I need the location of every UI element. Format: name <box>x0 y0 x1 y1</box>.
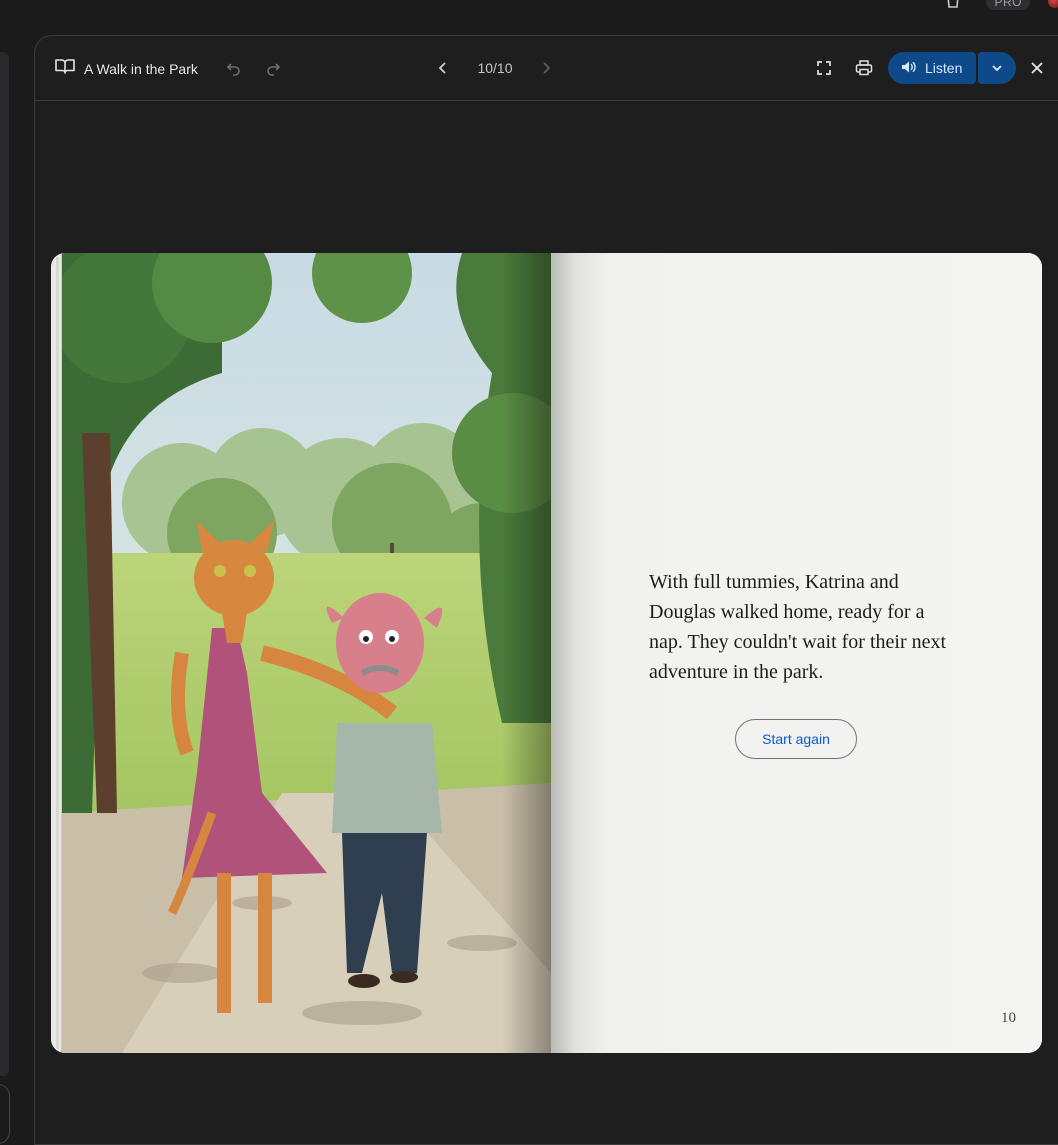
undo-icon[interactable] <box>220 54 248 82</box>
chevron-right-icon[interactable] <box>532 54 560 82</box>
fullscreen-icon[interactable] <box>810 54 838 82</box>
left-sidebar-bottom-control[interactable] <box>0 1084 10 1144</box>
avatar[interactable] <box>1048 0 1058 8</box>
trash-icon[interactable] <box>944 0 962 10</box>
top-right-controls: PRO <box>918 0 1058 14</box>
listen-button[interactable]: Listen <box>888 52 976 84</box>
pro-badge: PRO <box>986 0 1030 10</box>
book-spread: With full tummies, Katrina and Douglas w… <box>51 253 1042 1053</box>
listen-label: Listen <box>925 60 963 76</box>
start-again-button[interactable]: Start again <box>735 719 857 759</box>
print-icon[interactable] <box>850 54 878 82</box>
chevron-down-icon <box>991 59 1003 77</box>
page-indicator: 10/10 <box>477 60 513 76</box>
chevron-left-icon[interactable] <box>429 54 457 82</box>
close-icon[interactable] <box>1023 54 1051 82</box>
toolbar: A Walk in the Park 10/10 Listen <box>35 36 1058 101</box>
text-page: With full tummies, Katrina and Douglas w… <box>551 253 1042 1053</box>
listen-options-dropdown[interactable] <box>978 52 1016 84</box>
speaker-icon <box>901 60 916 77</box>
page-number: 10 <box>1001 1010 1016 1026</box>
redo-icon[interactable] <box>259 54 287 82</box>
book-title-text: A Walk in the Park <box>84 60 198 77</box>
book-title: A Walk in the Park <box>55 58 198 79</box>
book-open-icon <box>55 58 75 79</box>
story-text: With full tummies, Katrina and Douglas w… <box>649 571 947 683</box>
story-illustration <box>62 253 551 1053</box>
left-sidebar-edge <box>0 52 9 1076</box>
